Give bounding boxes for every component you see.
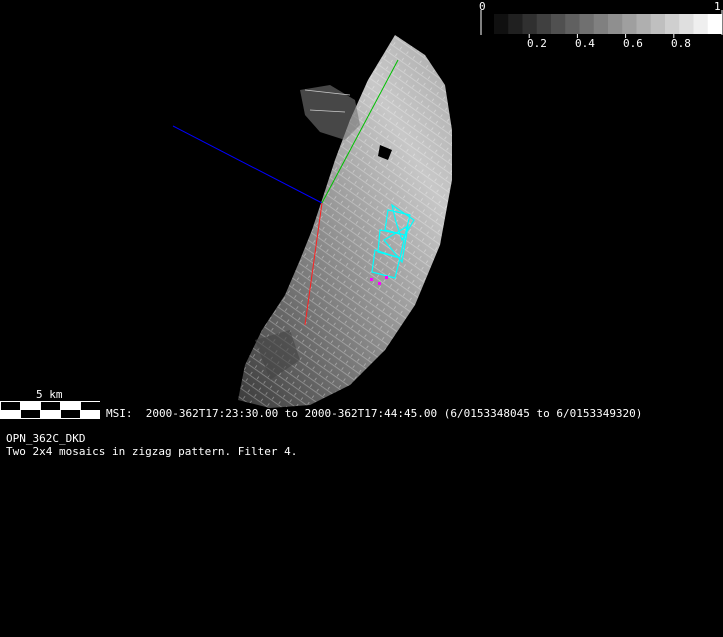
colorbar-step xyxy=(665,14,680,34)
scale-bar-segment xyxy=(21,410,40,418)
colorbar-tick-label: 0.6 xyxy=(623,37,643,50)
asteroid-surface xyxy=(238,35,452,408)
colorbar-step xyxy=(536,14,552,34)
colorbar-step xyxy=(565,14,580,34)
colorbar-tick-label: 0.2 xyxy=(527,37,547,50)
scale-bar xyxy=(0,401,100,419)
scale-bar-segment xyxy=(41,402,60,410)
scale-bar-label: 5 km xyxy=(36,388,63,401)
colorbar-step xyxy=(508,14,523,34)
scale-bar-segment xyxy=(81,402,100,410)
observation-description: Two 2x4 mosaics in zigzag pattern. Filte… xyxy=(6,445,298,458)
observation-time-range: MSI: 2000-362T17:23:30.00 to 2000-362T17… xyxy=(106,407,643,420)
colorbar-step xyxy=(693,14,709,34)
colorbar-step xyxy=(679,14,694,34)
colorbar-tick-label: 0.4 xyxy=(575,37,595,50)
colorbar-step xyxy=(551,14,566,34)
colorbar-min-label: 0 xyxy=(479,0,486,13)
colorbar-step xyxy=(593,14,609,34)
colorbar-step xyxy=(650,14,666,34)
x-axis-line xyxy=(172,125,323,204)
colorbar-step xyxy=(494,14,509,34)
scale-bar-segment xyxy=(1,402,20,410)
sequence-id: OPN_362C_DKD xyxy=(6,432,86,445)
colorbar-tick-label: 0.8 xyxy=(671,37,691,50)
asteroid-view xyxy=(0,10,723,419)
colorbar-step xyxy=(579,14,595,34)
colorbar-step xyxy=(636,14,652,34)
colorbar-step xyxy=(622,14,637,34)
colorbar-step xyxy=(608,14,623,34)
scale-bar-segment xyxy=(61,410,80,418)
colorbar xyxy=(480,10,723,38)
colorbar-max-label: 1 xyxy=(714,0,721,13)
colorbar-step xyxy=(522,14,538,34)
colorbar-step xyxy=(707,14,723,34)
